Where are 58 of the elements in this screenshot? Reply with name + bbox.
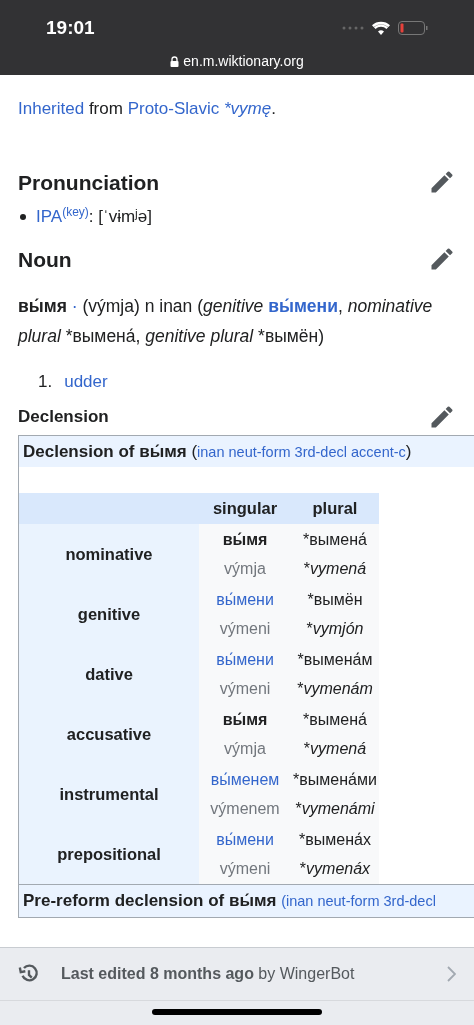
status-time: 19:01 bbox=[46, 16, 95, 40]
table-cell-text: *вымена́х bbox=[299, 830, 371, 850]
column-header: plural bbox=[311, 498, 359, 520]
table-cell-text: *вымена́ми bbox=[293, 770, 377, 790]
transliteration: výmenem bbox=[210, 799, 280, 819]
headword-line: вы́мя · (výmja) n inan (genitive вы́мени, nominative plural *вымена́, genitive plural *вымён) bbox=[18, 295, 434, 348]
url-text[interactable]: en.m.wiktionary.org bbox=[183, 50, 304, 72]
list-number: 1. bbox=[38, 371, 53, 393]
signal-icon bbox=[342, 26, 364, 31]
link[interactable]: вы́мени bbox=[216, 645, 274, 674]
link[interactable]: (key) bbox=[62, 205, 89, 219]
link[interactable]: IPA bbox=[36, 207, 63, 226]
link[interactable]: вы́менем bbox=[210, 765, 280, 794]
link[interactable]: вы́мени bbox=[216, 825, 274, 854]
case-label: instrumental bbox=[59, 783, 159, 805]
battery-icon bbox=[398, 21, 428, 36]
link[interactable]: вы́мени bbox=[216, 585, 274, 614]
etymology-text: Inherited from Proto-Slavic *vymę. bbox=[18, 98, 277, 120]
link[interactable]: вы́мени bbox=[268, 296, 338, 316]
transliteration: *vymenám bbox=[297, 679, 373, 699]
link[interactable]: udder bbox=[64, 369, 108, 395]
transliteration: *vymená bbox=[303, 559, 367, 579]
table-cell-text: *вымена́ bbox=[303, 530, 367, 550]
history-icon bbox=[18, 963, 40, 985]
table-cell-text: вы́мя bbox=[222, 530, 268, 550]
section-heading: Pronunciation bbox=[18, 169, 160, 196]
transliteration: *vymenáx bbox=[299, 859, 371, 879]
case-label: dative bbox=[85, 663, 133, 685]
lock-icon bbox=[170, 55, 180, 67]
case-label: genitive bbox=[77, 603, 141, 625]
transliteration: výmeni bbox=[219, 859, 271, 879]
case-label: prepositional bbox=[57, 843, 161, 865]
table-cell-text: вы́мя bbox=[222, 710, 268, 730]
case-label: nominative bbox=[65, 543, 153, 565]
link[interactable]: Proto-Slavic bbox=[127, 99, 224, 118]
transliteration: *vymená bbox=[303, 739, 367, 759]
transliteration: *vymjón bbox=[306, 619, 364, 639]
wifi-icon bbox=[372, 21, 390, 36]
link[interactable]: *vymę bbox=[224, 99, 272, 118]
section-heading: Noun bbox=[18, 246, 72, 273]
last-edited-text: Last edited 8 months ago by WingerBot bbox=[61, 964, 356, 984]
transliteration: výmja bbox=[224, 739, 266, 759]
table-cell-text: *вымена́ bbox=[303, 710, 367, 730]
table-cell-text: *вымена́м bbox=[297, 650, 373, 670]
case-label: accusative bbox=[66, 723, 152, 745]
chevron-right-icon bbox=[446, 966, 456, 982]
transliteration: výmeni bbox=[219, 679, 271, 699]
last-edited-bar[interactable]: Last edited 8 months ago by WingerBot bbox=[0, 947, 474, 1000]
column-header: singular bbox=[211, 498, 279, 520]
declension-title: Declension of вы́мя (inan neut-form 3rd-decl accent-c) bbox=[19, 435, 474, 467]
table-cell-text: *вымён bbox=[307, 590, 363, 610]
transliteration: výmeni bbox=[219, 619, 271, 639]
pre-reform-title: Pre-reform declension of вы́мя (inan neut-form 3rd-decl bbox=[19, 884, 474, 917]
transliteration: výmja bbox=[224, 559, 266, 579]
transliteration: *vymenámi bbox=[295, 799, 375, 819]
ipa-line: IPA$^{(key)}$: [ˈvɨmʲə] bbox=[36, 204, 152, 228]
section-heading: Declension bbox=[18, 405, 109, 428]
link[interactable]: Inherited bbox=[18, 99, 85, 118]
